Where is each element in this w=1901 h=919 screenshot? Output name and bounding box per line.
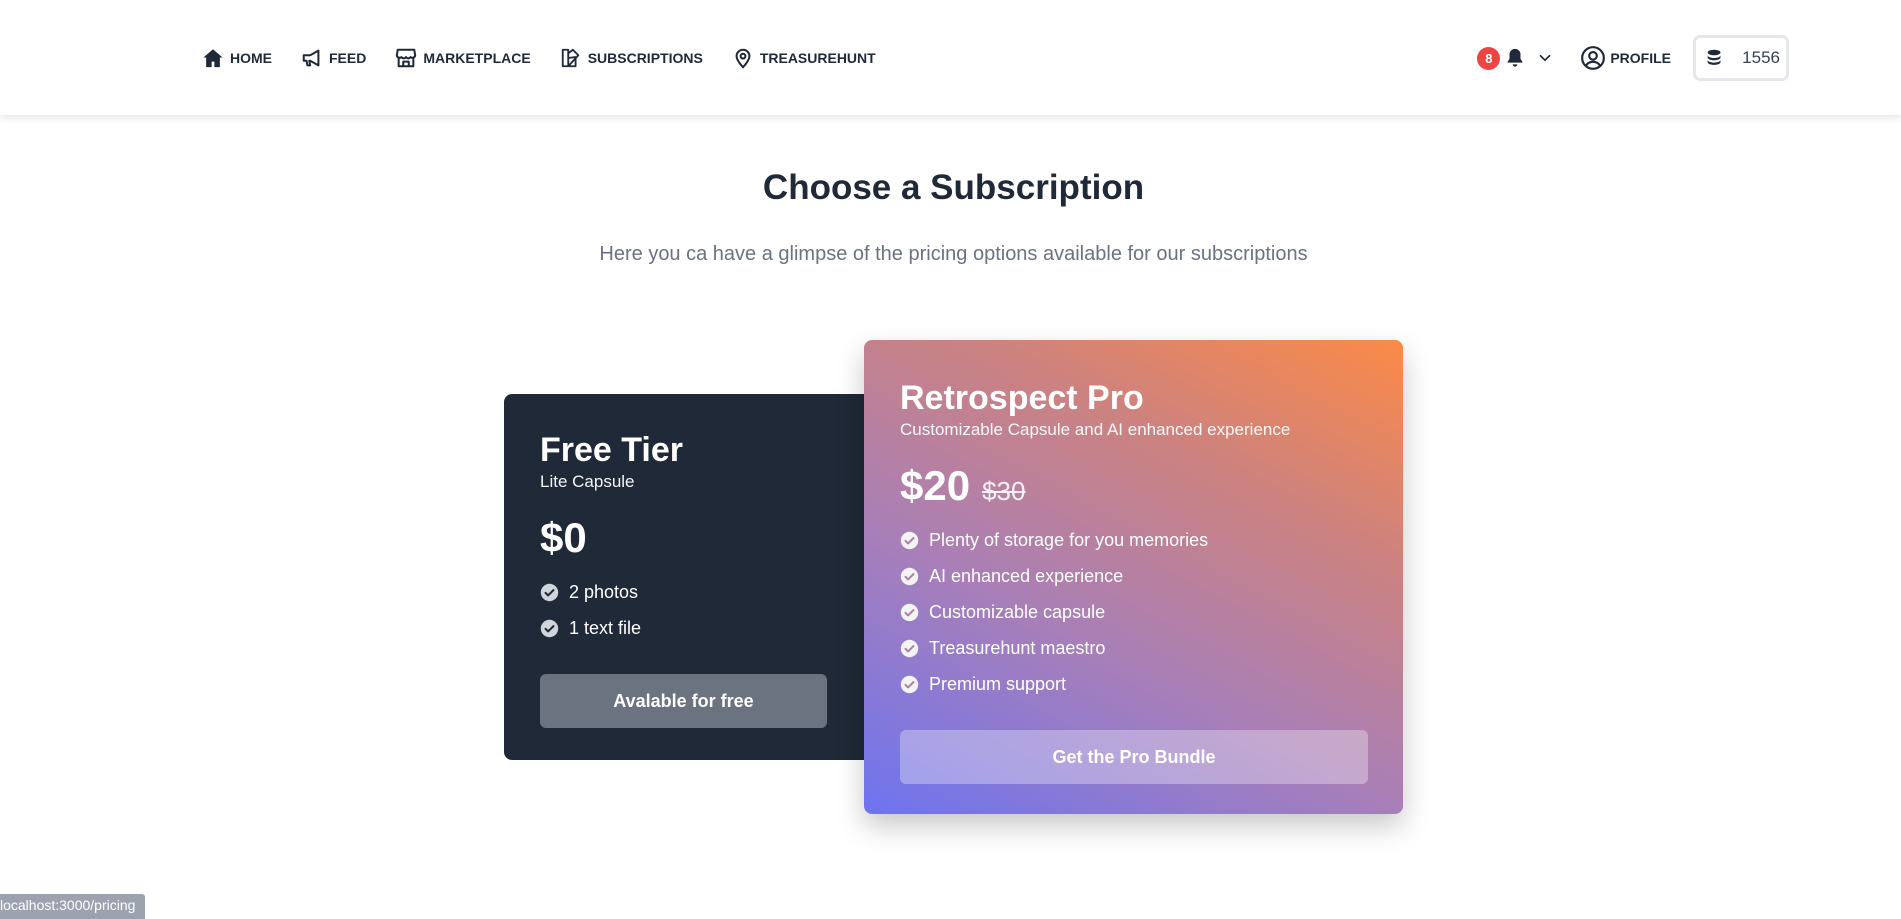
page-title: Choose a Subscription bbox=[762, 168, 1145, 207]
check-circle-icon bbox=[900, 603, 919, 621]
plan-name: Retrospect Pro bbox=[900, 379, 1144, 417]
page-subtitle: Here you ca have a glimpse of the pricin… bbox=[599, 243, 1308, 265]
check-circle-icon bbox=[540, 583, 559, 601]
feature-item: Premium support bbox=[900, 666, 1367, 702]
price-row: $0 bbox=[540, 514, 858, 562]
feature-list: Plenty of storage for you memories AI en… bbox=[900, 522, 1367, 702]
feature-item: Plenty of storage for you memories bbox=[900, 522, 1367, 558]
store-icon bbox=[396, 48, 417, 68]
swatch-icon bbox=[561, 48, 579, 68]
free-tier-button[interactable]: Avalable for free bbox=[540, 674, 827, 728]
feature-item: 1 text file bbox=[540, 610, 858, 646]
plan-description: Customizable Capsule and AI enhanced exp… bbox=[900, 420, 1291, 439]
get-pro-button[interactable]: Get the Pro Bundle bbox=[900, 730, 1368, 784]
feature-text: 2 photos bbox=[569, 581, 639, 602]
feature-text: AI enhanced experience bbox=[929, 565, 1124, 586]
map-pin-icon bbox=[735, 48, 751, 69]
plan-price: $0 bbox=[540, 514, 587, 561]
price-row: $20 $30 bbox=[900, 462, 1367, 510]
profile-label: PROFILE bbox=[1610, 50, 1671, 66]
notifications-button[interactable]: 8 bbox=[1477, 46, 1554, 70]
pro-tier-card: Retrospect Pro Customizable Capsule and … bbox=[864, 340, 1403, 814]
check-circle-icon bbox=[900, 639, 919, 657]
check-circle-icon bbox=[540, 619, 559, 637]
feature-item: Treasurehunt maestro bbox=[900, 630, 1367, 666]
bell-icon bbox=[1507, 48, 1523, 67]
top-navbar: HOME FEED MARKETPLACE SUBSCRIPTIONS TREA… bbox=[0, 0, 1901, 115]
nav-item-label: HOME bbox=[230, 50, 272, 66]
megaphone-icon bbox=[302, 49, 320, 67]
feature-item: AI enhanced experience bbox=[900, 558, 1367, 594]
nav-item-label: TREASUREHUNT bbox=[759, 50, 876, 66]
user-circle-icon bbox=[1581, 46, 1606, 70]
check-circle-icon bbox=[900, 675, 919, 693]
feature-text: Customizable capsule bbox=[929, 601, 1106, 622]
feature-item: 2 photos bbox=[540, 574, 858, 610]
nav-item-label: FEED bbox=[329, 50, 367, 66]
feature-text: Plenty of storage for you memories bbox=[929, 529, 1209, 550]
feature-list: 2 photos 1 text file bbox=[540, 574, 858, 646]
feature-text: Treasurehunt maestro bbox=[929, 637, 1106, 658]
plan-price: $20 bbox=[900, 462, 971, 509]
check-circle-icon bbox=[900, 531, 919, 549]
feature-item: Customizable capsule bbox=[900, 594, 1367, 630]
chevron-down-icon bbox=[1540, 54, 1551, 62]
nav-links: HOME FEED MARKETPLACE SUBSCRIPTIONS TREA… bbox=[202, 44, 876, 72]
plan-description: Lite Capsule bbox=[540, 472, 635, 491]
free-tier-card: Free Tier Lite Capsule $0 2 photos 1 tex… bbox=[504, 394, 894, 760]
nav-item-home[interactable]: HOME bbox=[202, 44, 272, 72]
nav-item-treasurehunt[interactable]: TREASUREHUNT bbox=[732, 44, 876, 72]
plan-old-price: $30 bbox=[982, 476, 1026, 506]
home-icon bbox=[203, 49, 223, 68]
feature-text: 1 text file bbox=[569, 617, 642, 638]
nav-item-label: MARKETPLACE bbox=[423, 50, 531, 66]
check-circle-icon bbox=[900, 567, 919, 585]
nav-actions: 8 PROFILE 1556 bbox=[1477, 35, 1789, 81]
nav-item-marketplace[interactable]: MARKETPLACE bbox=[395, 44, 531, 72]
browser-status-bar: localhost:3000/pricing bbox=[0, 894, 146, 919]
coin-balance[interactable]: 1556 bbox=[1693, 35, 1789, 81]
coins-icon bbox=[1707, 49, 1721, 65]
profile-link[interactable]: PROFILE bbox=[1580, 45, 1671, 71]
plan-name: Free Tier bbox=[540, 431, 684, 469]
nav-item-feed[interactable]: FEED bbox=[301, 44, 366, 72]
notification-badge: 8 bbox=[1477, 46, 1501, 70]
nav-item-subscriptions[interactable]: SUBSCRIPTIONS bbox=[560, 44, 703, 72]
nav-item-label: SUBSCRIPTIONS bbox=[587, 50, 703, 66]
coin-count: 1556 bbox=[1742, 48, 1780, 67]
feature-text: Premium support bbox=[929, 673, 1067, 694]
